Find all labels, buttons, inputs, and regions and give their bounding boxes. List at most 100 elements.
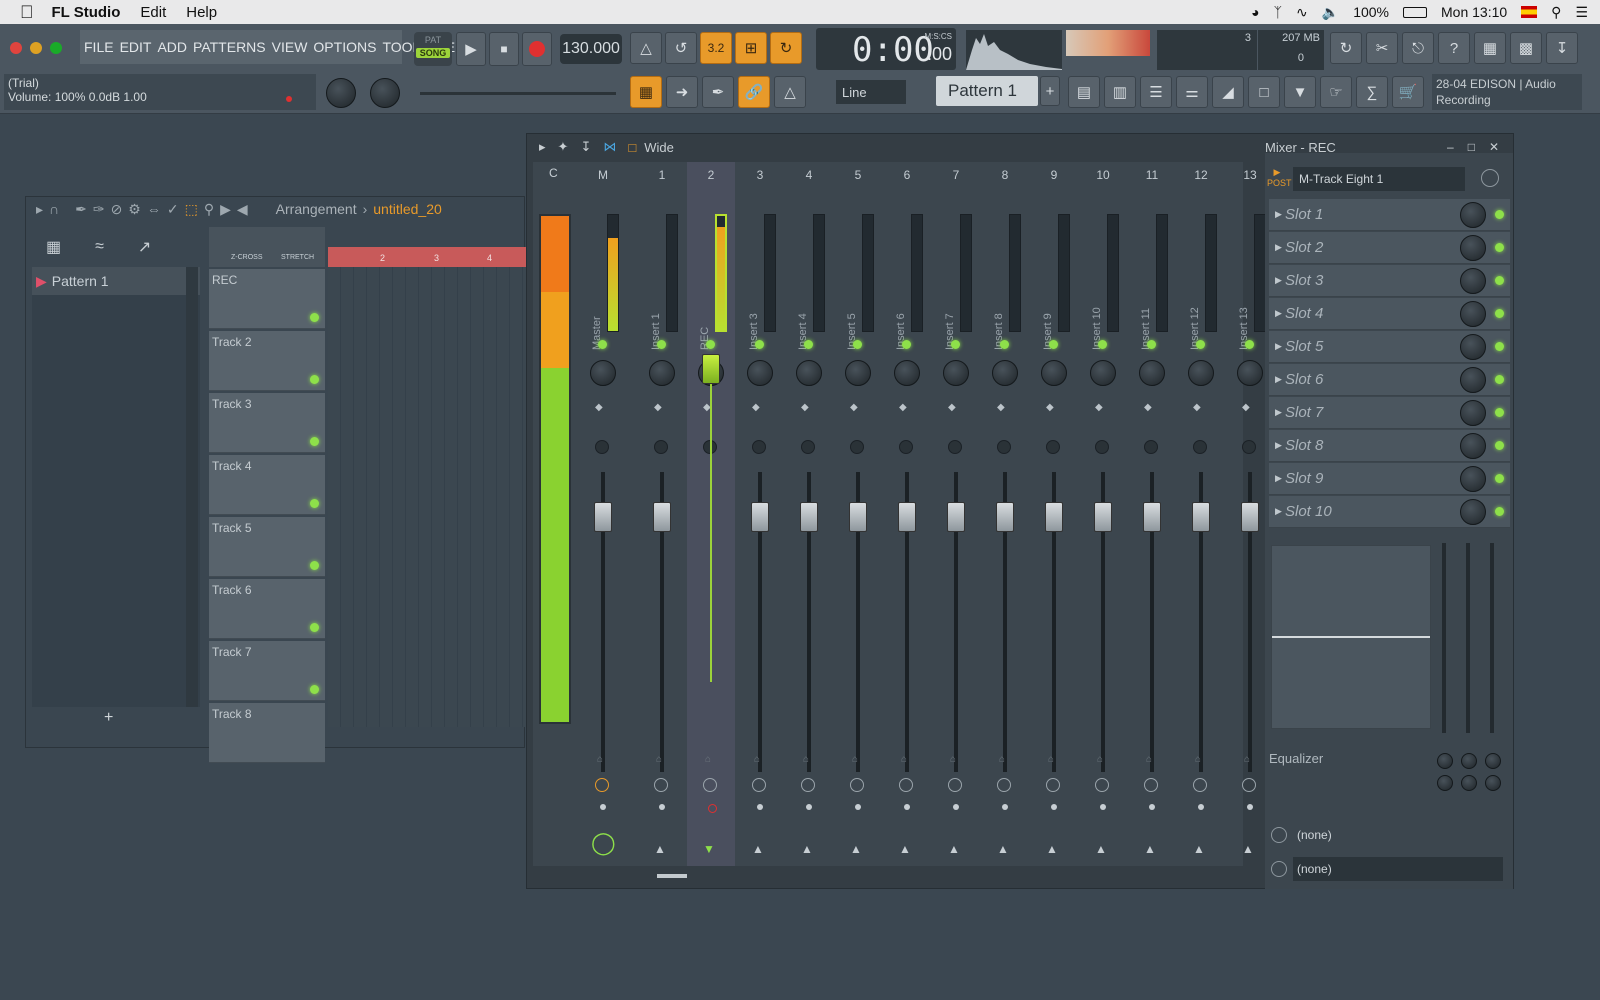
strip-enable-led[interactable] (1147, 340, 1156, 349)
master-pitch-knob[interactable] (370, 78, 400, 108)
strip-latency-icon[interactable] (654, 778, 668, 792)
cut-icon[interactable]: ✂ (1366, 32, 1398, 64)
strip-separation-knob[interactable] (595, 440, 609, 454)
eq-knob-5[interactable] (1461, 775, 1477, 791)
slip-tool-icon[interactable]: ⇔ (147, 201, 161, 217)
track-enable-led[interactable] (310, 685, 319, 694)
fx-slot[interactable]: ▶ Slot 3 (1269, 265, 1510, 297)
strip-separation-knob[interactable] (948, 440, 962, 454)
strip-record-indicator[interactable] (600, 804, 606, 810)
strip-lock-icon[interactable]: ⌂ (1097, 754, 1107, 766)
clock[interactable]: Mon 13:10 (1441, 4, 1507, 20)
track-enable-led[interactable] (310, 561, 319, 570)
slot-enable-led[interactable] (1495, 507, 1504, 516)
strip-record-indicator[interactable] (659, 804, 665, 810)
save-icon[interactable]: ▦ (1474, 32, 1506, 64)
piano-roll-typing-icon[interactable]: ▦ (630, 76, 662, 108)
strip-latency-icon[interactable] (850, 778, 864, 792)
link-icon[interactable]: 🔗 (738, 76, 770, 108)
strip-route-arrow-icon[interactable]: ▲ (801, 842, 813, 856)
mixer-strip[interactable]: 6 Insert 6 ◆ ⌂ ▲ (883, 162, 931, 866)
track-header[interactable]: REC (209, 269, 325, 329)
mixer-maximize-icon[interactable]: □ (1468, 140, 1475, 154)
mixer-strip[interactable]: 11 Insert 11 ◆ ⌂ ▲ (1128, 162, 1176, 866)
strip-route-arrow-icon[interactable]: ▲ (850, 842, 862, 856)
strip-record-indicator[interactable] (708, 804, 717, 813)
strip-record-indicator[interactable] (757, 804, 763, 810)
fx-slot[interactable]: ▶ Slot 4 (1269, 298, 1510, 330)
strip-route-arrow-icon[interactable]: ▲ (1242, 842, 1254, 856)
strip-lock-icon[interactable]: ⌂ (852, 754, 862, 766)
strip-route-arrow-icon[interactable]: ▲ (997, 842, 1009, 856)
strip-volume-fader[interactable] (1045, 502, 1063, 532)
strip-record-indicator[interactable] (1100, 804, 1106, 810)
strip-stereo-separation-icon[interactable]: ◆ (997, 402, 1005, 413)
strip-route-arrow-icon[interactable]: ▼ (703, 842, 715, 856)
mixer-icon[interactable]: ⚌ (1176, 76, 1208, 108)
eq-knob-1[interactable] (1437, 753, 1453, 769)
strip-stereo-separation-icon[interactable]: ◆ (1144, 402, 1152, 413)
slot-expand-icon[interactable]: ▶ (1275, 308, 1282, 319)
delete-tool-icon[interactable]: ⊘ (111, 201, 123, 218)
strip-latency-icon[interactable] (595, 778, 609, 792)
strip-volume-fader[interactable] (1094, 502, 1112, 532)
slot-expand-icon[interactable]: ▶ (1275, 242, 1282, 253)
pattern-list-item[interactable]: ▶ Pattern 1 (32, 267, 200, 295)
master-volume-knob[interactable] (326, 78, 356, 108)
strip-fader-track[interactable] (710, 382, 712, 682)
strip-lock-icon[interactable]: ⌂ (656, 754, 666, 766)
slot-mix-knob[interactable] (1460, 433, 1486, 459)
mixer-strip[interactable]: 7 Insert 7 ◆ ⌂ ▲ (932, 162, 980, 866)
strip-lock-icon[interactable]: ⌂ (901, 754, 911, 766)
wait-input-button[interactable]: ↺ (665, 32, 697, 64)
save-new-version-icon[interactable]: ▩ (1510, 32, 1542, 64)
slot-expand-icon[interactable]: ▶ (1275, 407, 1282, 418)
mixer-minimize-icon[interactable]: – (1447, 140, 1454, 154)
mixer-menu-arrow-icon[interactable]: ▸ (539, 139, 546, 155)
strip-latency-icon[interactable] (752, 778, 766, 792)
zoom-window-button[interactable] (50, 42, 62, 54)
paint-tool-icon[interactable]: ✑ (93, 201, 105, 218)
fl-menu-item[interactable]: VIEW (272, 39, 308, 55)
strip-separation-knob[interactable] (997, 440, 1011, 454)
audio-picker-icon[interactable]: ≈ (95, 238, 104, 256)
strip-record-indicator[interactable] (1002, 804, 1008, 810)
strip-volume-fader[interactable] (947, 502, 965, 532)
pat-song-toggle[interactable]: PAT SONG (414, 32, 452, 66)
strip-separation-knob[interactable] (1193, 440, 1207, 454)
song-position-slider[interactable] (420, 92, 616, 95)
spotlight-icon[interactable]: ⚲ (1551, 4, 1561, 21)
strip-pan-knob[interactable] (943, 360, 969, 386)
track-enable-led[interactable] (310, 375, 319, 384)
strip-latency-icon[interactable] (899, 778, 913, 792)
mixer-strip[interactable]: 5 Insert 5 ◆ ⌂ ▲ (834, 162, 882, 866)
arrow-icon[interactable]: ➜ (666, 76, 698, 108)
metronome-button[interactable]: △ (630, 32, 662, 64)
record-button[interactable] (522, 32, 552, 66)
fx-slot[interactable]: ▶ Slot 9 (1269, 463, 1510, 495)
route-in-select[interactable]: (none) (1293, 823, 1503, 847)
track-enable-led[interactable] (310, 437, 319, 446)
mixer-strip[interactable]: M Master ◆ ⌂ ◯ (579, 162, 627, 866)
slot-enable-led[interactable] (1495, 243, 1504, 252)
strip-record-indicator[interactable] (1247, 804, 1253, 810)
track-header[interactable]: Track 7 (209, 641, 325, 701)
fl-menu-item[interactable]: PATTERNS (193, 39, 266, 55)
strip-latency-icon[interactable] (997, 778, 1011, 792)
strip-stereo-separation-icon[interactable]: ◆ (850, 402, 858, 413)
step-edit-button[interactable]: ⊞ (735, 32, 767, 64)
zoom-tool-icon[interactable]: ⚲ (204, 201, 214, 218)
strip-stereo-separation-icon[interactable]: ◆ (1242, 402, 1250, 413)
microphone-icon[interactable]: ⎋ (1402, 32, 1434, 64)
stretch-label[interactable]: STRETCH (281, 254, 314, 261)
slot-enable-led[interactable] (1495, 408, 1504, 417)
strip-pan-knob[interactable] (747, 360, 773, 386)
strip-pan-knob[interactable] (1139, 360, 1165, 386)
mixer-layout-mode[interactable]: Wide (644, 140, 674, 155)
news-panel[interactable]: 28-04 EDISON | Audio Recording (1432, 74, 1582, 110)
oscilloscope-display[interactable] (966, 30, 1062, 70)
apple-icon[interactable]:  (20, 2, 34, 23)
loop-record-button[interactable]: ↻ (770, 32, 802, 64)
select-tool-icon[interactable]: ⬚ (185, 201, 198, 218)
mixer-scrollbar[interactable] (657, 874, 687, 878)
